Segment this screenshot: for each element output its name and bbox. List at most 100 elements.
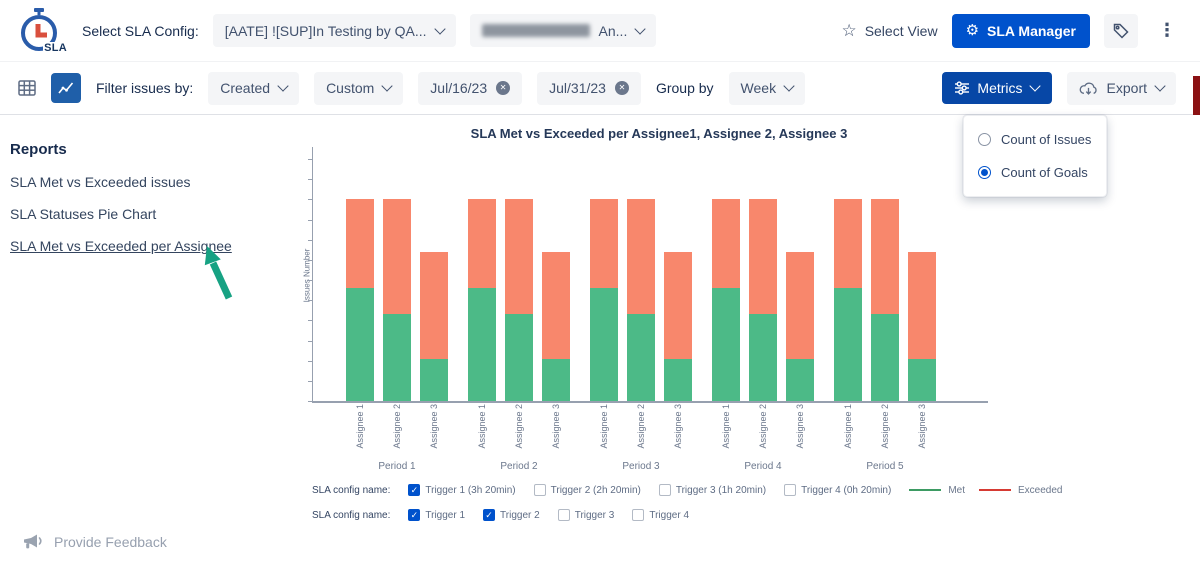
clear-date-icon[interactable]: ✕ (496, 81, 510, 95)
group-by-value: Week (741, 80, 777, 96)
reports-heading: Reports (10, 141, 248, 158)
sla-logo: SLA (18, 7, 68, 55)
stacked-bar (749, 199, 777, 401)
chevron-down-icon (783, 80, 794, 91)
legend-line-icon (979, 489, 1011, 492)
bar-segment-met (590, 288, 618, 401)
trigger-checkbox-item[interactable]: Trigger 4 (632, 509, 689, 521)
bar-segment-met (749, 314, 777, 401)
metrics-menu-item[interactable]: Count of Goals (964, 156, 1106, 189)
bar-segment-met (505, 314, 533, 401)
stacked-bar (468, 199, 496, 401)
x-tick-label: Assignee 1 (590, 401, 618, 459)
metrics-button[interactable]: Metrics (942, 72, 1051, 104)
trigger-checkbox-item[interactable]: Trigger 3 (1h 20min) (659, 484, 766, 496)
y-tick (308, 401, 312, 402)
metrics-menu-item[interactable]: Count of Issues (964, 123, 1106, 156)
trigger-checkbox-item[interactable]: Trigger 2 (2h 20min) (534, 484, 641, 496)
bars-row (834, 159, 936, 401)
checkbox-icon[interactable] (632, 509, 644, 521)
sidebar-item[interactable]: SLA Statuses Pie Chart (10, 198, 248, 230)
group-by-label: Group by (656, 80, 714, 96)
trigger-checkbox-item[interactable]: Trigger 3 (558, 509, 615, 521)
date-from-chip[interactable]: Jul/16/23 ✕ (418, 72, 522, 105)
trigger-checkbox-item[interactable]: ✓Trigger 1 (408, 509, 465, 521)
chart-title: SLA Met vs Exceeded per Assignee1, Assig… (298, 126, 1020, 141)
bar-segment-met (712, 288, 740, 401)
checkbox-icon[interactable] (534, 484, 546, 496)
y-tick (308, 381, 312, 382)
trigger-checkbox-item[interactable]: Trigger 4 (0h 20min) (784, 484, 891, 496)
checkbox-icon[interactable] (558, 509, 570, 521)
trigger-checkbox-item[interactable]: ✓ Trigger 1 (3h 20min) (408, 484, 515, 496)
assignee-value: An... (599, 23, 628, 39)
select-view-button[interactable]: ☆ Select View (841, 22, 937, 39)
date-from-value: Jul/16/23 (430, 80, 487, 96)
radio-selected-icon (978, 166, 991, 179)
metrics-label: Metrics (977, 80, 1022, 96)
x-tick-label: Assignee 1 (834, 401, 862, 459)
chevron-down-icon (434, 23, 445, 34)
app-header: SLA Select SLA Config: [AATE] ![SUP]In T… (0, 0, 1200, 62)
bar-segment-met (871, 314, 899, 401)
sidebar-item[interactable]: SLA Met vs Exceeded issues (10, 166, 248, 198)
range-dropdown[interactable]: Custom (314, 72, 403, 105)
filter-issues-label: Filter issues by: (96, 80, 193, 96)
table-view-button[interactable] (18, 80, 36, 96)
checkbox-label: Trigger 4 (0h 20min) (801, 485, 891, 496)
bar-segment-met (834, 288, 862, 401)
checkbox-checked-icon[interactable]: ✓ (408, 484, 420, 496)
group-by-dropdown[interactable]: Week (729, 72, 806, 105)
more-menu-button[interactable]: ⋮ (1152, 20, 1182, 41)
logo-text: SLA (43, 42, 68, 54)
tag-button[interactable] (1104, 14, 1138, 48)
sla-manager-label: SLA Manager (987, 23, 1076, 39)
tag-icon (1112, 22, 1130, 40)
bar-segment-exceeded (749, 199, 777, 314)
date-to-chip[interactable]: Jul/31/23 ✕ (537, 72, 641, 105)
y-tick (308, 220, 312, 221)
stacked-bar (542, 252, 570, 401)
y-tick (308, 341, 312, 342)
checkbox-checked-icon[interactable]: ✓ (483, 509, 495, 521)
annotation-arrow (193, 240, 249, 304)
range-value: Custom (326, 80, 374, 96)
assignee-dropdown[interactable]: An... (470, 14, 657, 47)
checkbox-icon[interactable] (659, 484, 671, 496)
created-dropdown[interactable]: Created (208, 72, 299, 105)
checkbox-label: Trigger 2 (500, 510, 540, 521)
filter-toolbar: Filter issues by: Created Custom Jul/16/… (0, 62, 1200, 115)
star-icon: ☆ (841, 22, 856, 39)
checkbox-label: Trigger 3 (575, 510, 615, 521)
bar-groups: Assignee 1Assignee 2Assignee 3Period 1As… (312, 159, 1020, 472)
radio-icon (978, 133, 991, 146)
bar-segment-met (542, 359, 570, 401)
x-tick-label: Assignee 2 (749, 401, 777, 459)
redacted-text (482, 24, 590, 37)
clear-date-icon[interactable]: ✕ (615, 81, 629, 95)
y-tick (308, 361, 312, 362)
x-tick-label: Assignee 3 (786, 401, 814, 459)
x-tick-labels: Assignee 1Assignee 2Assignee 3 (712, 401, 814, 459)
x-tick-label: Assignee 2 (383, 401, 411, 459)
checkbox-icon[interactable] (784, 484, 796, 496)
x-tick-label: Assignee 1 (346, 401, 374, 459)
period-label: Period 2 (468, 461, 570, 472)
provide-feedback-button[interactable]: Provide Feedback (22, 533, 167, 551)
bars-row (712, 159, 814, 401)
trigger-checkbox-item[interactable]: ✓ Trigger 2 (483, 509, 540, 521)
chart-view-button[interactable] (51, 73, 81, 103)
sla-manager-button[interactable]: ⚙ SLA Manager (952, 14, 1090, 48)
stacked-bar (505, 199, 533, 401)
export-dropdown[interactable]: Export (1067, 72, 1176, 105)
checkbox-checked-icon[interactable]: ✓ (408, 509, 420, 521)
x-tick-label: Assignee 3 (542, 401, 570, 459)
bar-segment-met (908, 359, 936, 401)
sla-config-value: [AATE] ![SUP]In Testing by QA... (225, 23, 427, 39)
bar-segment-met (468, 288, 496, 401)
checkbox-label: Trigger 1 (3h 20min) (425, 485, 515, 496)
chevron-down-icon (277, 80, 288, 91)
x-tick-labels: Assignee 1Assignee 2Assignee 3 (590, 401, 692, 459)
bar-segment-met (664, 359, 692, 401)
sla-config-dropdown[interactable]: [AATE] ![SUP]In Testing by QA... (213, 14, 456, 47)
